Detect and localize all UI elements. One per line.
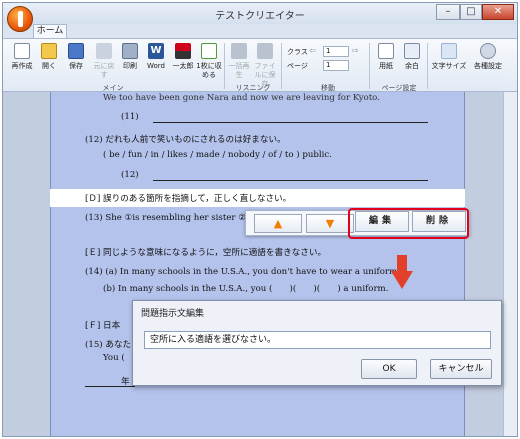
edit-button[interactable]: 編集: [355, 211, 409, 232]
instruction-edit-dialog: 問題指示文編集 空所に入る適語を選びなさい。 OK キャンセル: [132, 300, 502, 386]
answer-underline: [153, 122, 428, 123]
paper-button[interactable]: 用紙: [373, 43, 399, 71]
doc-line: (b) In many schools in the U.S.A., you (…: [103, 284, 389, 294]
ichitaro-icon: [175, 43, 191, 59]
doc-line: (12): [121, 170, 139, 180]
doc-line: [Ｄ] 誤りのある箇所を指摘して，正しく直しなさい。: [85, 194, 292, 204]
word-label: Word: [147, 62, 165, 70]
margin-icon: [404, 43, 420, 59]
separator: [281, 43, 282, 89]
paper-icon: [378, 43, 394, 59]
pointer-arrow-icon: [391, 255, 413, 289]
ribbon: 再作成 開く 保存 元に戻す 印刷 W Word 一太郎 1枚に収める 一括再生 …: [3, 38, 517, 92]
print-icon: [122, 43, 138, 59]
font-size-button[interactable]: 文字サイズ: [431, 43, 467, 71]
paper-label: 用紙: [379, 62, 393, 70]
settings-button[interactable]: 各種設定: [471, 43, 505, 71]
fit-one-page-button[interactable]: 1枚に収める: [196, 43, 222, 80]
delete-button[interactable]: 削除: [412, 211, 466, 232]
maximize-button[interactable]: □: [460, 4, 482, 20]
app-logo-icon: [18, 11, 23, 27]
gear-icon: [480, 43, 496, 59]
undo-button[interactable]: 元に戻す: [91, 43, 117, 80]
margin-label: 余白: [405, 62, 419, 70]
word-button[interactable]: W Word: [143, 43, 169, 71]
undo-icon: [96, 43, 112, 59]
arrow-down-icon: ▼: [325, 217, 335, 230]
save-audio-icon: [257, 43, 273, 59]
doc-line: [Ｅ] 同じような意味になるように，空所に適語を書きなさい。: [85, 248, 327, 258]
margin-button[interactable]: 余白: [399, 43, 425, 71]
cancel-button[interactable]: キャンセル: [430, 359, 492, 379]
new-doc-icon: [14, 43, 30, 59]
save-icon: [68, 43, 84, 59]
separator: [427, 43, 428, 89]
open-label: 開く: [42, 62, 56, 70]
vertical-scrollbar[interactable]: [503, 92, 517, 436]
tab-home[interactable]: ホーム: [33, 24, 67, 39]
doc-line: (14) (a) In many schools in the U.S.A., …: [85, 267, 400, 277]
arrow-right-icon[interactable]: ⇨: [352, 46, 359, 55]
class-label: クラス: [287, 48, 308, 56]
doc-line: (12) だれも人前で笑いものにされるのは好まない。: [85, 135, 286, 145]
move-up-button[interactable]: ▲: [254, 214, 302, 233]
save-label: 保存: [69, 62, 83, 70]
dialog-title: 問題指示文編集: [141, 309, 205, 319]
arrow-left-icon[interactable]: ⇦: [309, 46, 316, 55]
ok-button[interactable]: OK: [361, 359, 417, 379]
open-button[interactable]: 開く: [36, 43, 62, 71]
settings-label: 各種設定: [474, 62, 502, 70]
recreate-button[interactable]: 再作成: [9, 43, 35, 71]
arrow-up-icon: ▲: [273, 217, 283, 230]
ichitaro-label: 一太郎: [172, 62, 194, 70]
app-window: テストクリエイター – □ ✕ ホーム 再作成 開く 保存 元に戻す 印刷 WW…: [2, 2, 518, 437]
title-bar: テストクリエイター – □ ✕: [3, 3, 517, 24]
instruction-text-input[interactable]: 空所に入る適語を選びなさい。: [144, 331, 491, 349]
font-size-label: 文字サイズ: [431, 62, 467, 70]
page-spinner[interactable]: 1: [323, 60, 349, 71]
ichitaro-button[interactable]: 一太郎: [170, 43, 196, 71]
recreate-label: 再作成: [11, 62, 33, 70]
ribbon-tab-row: ホーム: [3, 24, 517, 39]
page-label: ページ: [287, 62, 308, 70]
app-menu-button[interactable]: [7, 6, 33, 32]
play-all-label: 一括再生: [228, 62, 250, 79]
minimize-button[interactable]: –: [436, 4, 460, 20]
folder-open-icon: [41, 43, 57, 59]
close-button[interactable]: ✕: [482, 4, 514, 20]
print-label: 印刷: [123, 62, 137, 70]
doc-line: (15) あなた: [85, 340, 132, 350]
answer-underline: [85, 386, 135, 387]
doc-line: (13) She ①is resembling her sister ②i: [85, 213, 249, 223]
answer-underline: [153, 180, 428, 181]
move-down-button[interactable]: ▼: [306, 214, 354, 233]
doc-line: You (: [103, 353, 125, 363]
fit-one-page-label: 1枚に収める: [196, 62, 222, 79]
undo-label: 元に戻す: [93, 62, 115, 79]
save-button[interactable]: 保存: [63, 43, 89, 71]
doc-line: We too have been gone Nara and now we ar…: [103, 93, 380, 103]
play-icon: [231, 43, 247, 59]
font-size-icon: [441, 43, 457, 59]
separator: [369, 43, 370, 89]
doc-line: ( be / fun / in / likes / made / nobody …: [103, 150, 332, 160]
fit-page-icon: [201, 43, 217, 59]
doc-line: (11): [121, 112, 139, 122]
doc-line: [Ｆ] 日本: [85, 321, 121, 331]
word-icon: W: [148, 43, 164, 59]
print-button[interactable]: 印刷: [117, 43, 143, 71]
class-spinner[interactable]: 1: [323, 46, 349, 57]
play-all-button[interactable]: 一括再生: [226, 43, 252, 80]
